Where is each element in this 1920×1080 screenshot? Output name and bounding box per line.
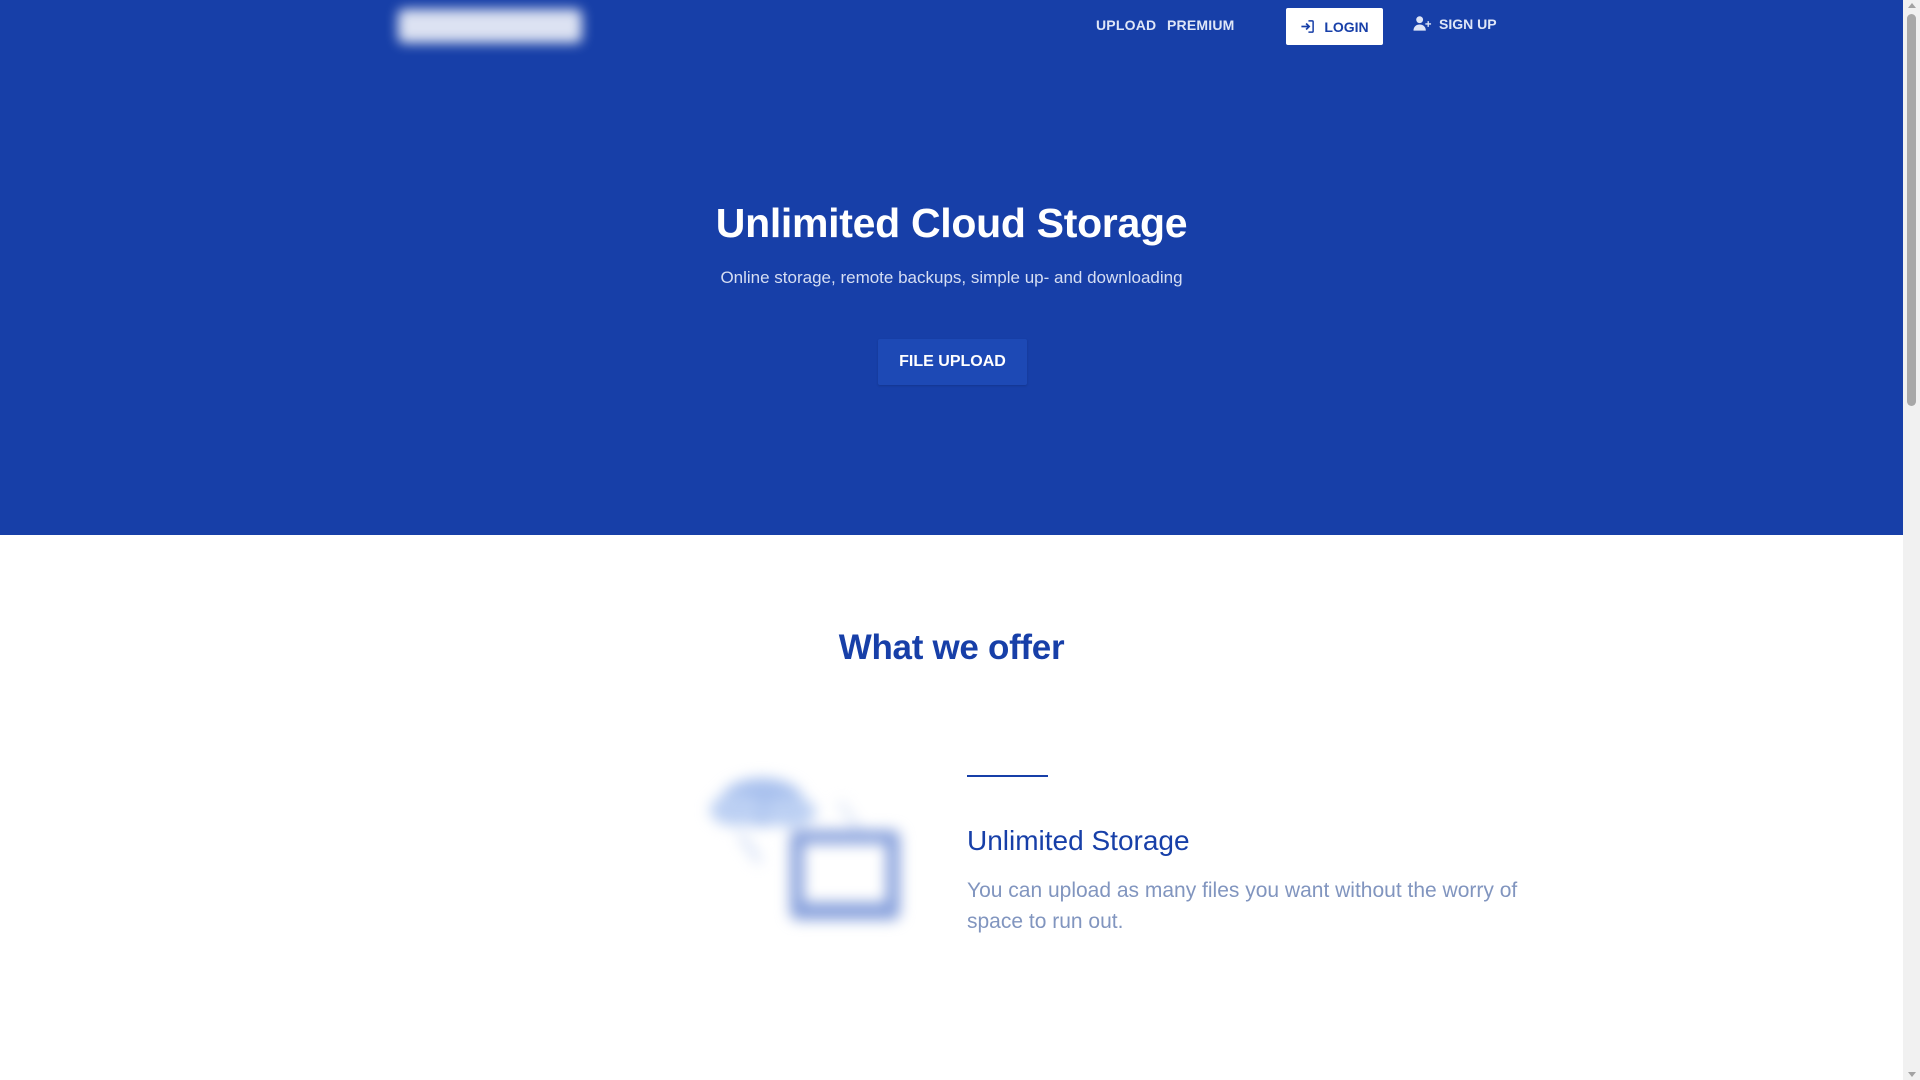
offer-title: What we offer [838,628,1065,667]
scrollbar-thumb[interactable] [1907,14,1916,406]
login-button[interactable]: LOGIN [1286,8,1383,45]
login-label: LOGIN [1324,18,1369,35]
signup-label: SIGN UP [1439,15,1497,32]
feature-accent-line [967,775,1048,777]
site-logo[interactable] [398,9,582,43]
user-plus-icon [1413,16,1432,31]
sign-in-icon [1301,20,1315,33]
hero-subtitle: Online storage, remote backups, simple u… [720,268,1183,287]
vertical-scrollbar[interactable] [1903,0,1920,1080]
nav-premium-link[interactable]: PREMIUM [1167,17,1235,33]
signup-link[interactable]: SIGN UP [1413,15,1497,32]
cloud-laptop-illustration [710,778,900,920]
hero-section: UPLOAD PREMIUM LOGIN SIGN UP Unlimited C… [0,0,1903,535]
nav-upload-link[interactable]: UPLOAD [1096,17,1156,33]
file-upload-button[interactable]: FILE UPLOAD [878,339,1027,385]
feature-title: Unlimited Storage [967,825,1190,856]
hero-title: Unlimited Cloud Storage [715,200,1188,246]
scroll-up-arrow-icon[interactable] [1908,3,1916,8]
page: UPLOAD PREMIUM LOGIN SIGN UP Unlimited C… [0,0,1903,1080]
feature-description: You can upload as many files you want wi… [967,879,1518,933]
scroll-down-arrow-icon[interactable] [1908,1072,1916,1077]
